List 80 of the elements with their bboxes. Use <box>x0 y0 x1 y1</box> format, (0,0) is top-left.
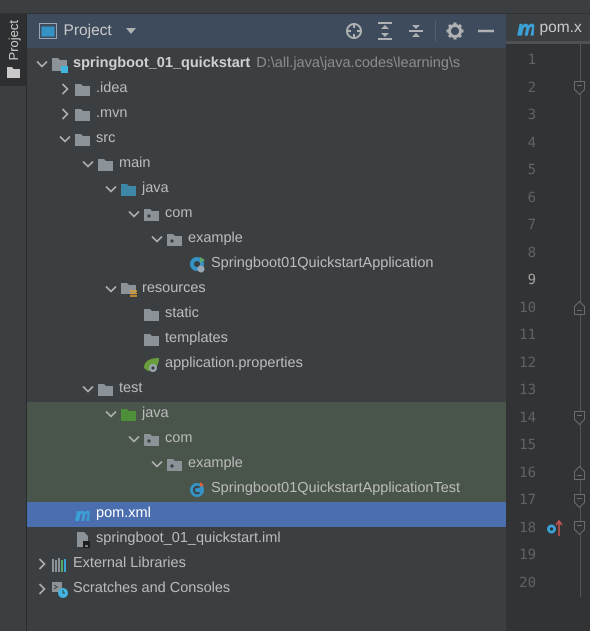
tree-row[interactable]: example <box>27 452 506 476</box>
node-label: pom.xml <box>96 504 151 524</box>
fold-marker-icon[interactable] <box>574 301 585 316</box>
module-folder-icon <box>51 56 68 72</box>
node-label: Springboot01QuickstartApplicationTest <box>211 479 460 498</box>
node-label: Springboot01QuickstartApplication <box>211 254 434 274</box>
node-label: main <box>119 154 150 174</box>
chevron-right-icon[interactable] <box>36 583 48 595</box>
tree-row[interactable]: static <box>27 302 506 326</box>
chevron-down-icon[interactable] <box>36 58 48 70</box>
chevron-down-icon[interactable] <box>128 433 140 445</box>
chevron-down-icon[interactable] <box>128 208 140 220</box>
tree-row[interactable]: src <box>27 126 506 152</box>
node-label: example <box>188 229 243 248</box>
scratch-clock-icon <box>51 580 68 598</box>
overrides-marker-icon[interactable] <box>546 520 564 536</box>
tree-row[interactable]: application.properties <box>27 352 506 376</box>
chevron-down-icon[interactable] <box>82 158 94 170</box>
module-file-icon <box>74 530 91 548</box>
fold-marker-icon[interactable] <box>574 411 585 426</box>
chevron-down-icon[interactable] <box>82 383 94 395</box>
fold-marker-icon[interactable] <box>574 521 585 536</box>
chevron-down-icon[interactable] <box>151 458 163 470</box>
node-label: java <box>142 179 169 198</box>
chevron-down-icon[interactable] <box>105 283 117 295</box>
tree-row[interactable]: java <box>27 402 506 426</box>
panel-title: Project <box>64 21 112 42</box>
resources-folder-icon <box>120 280 137 298</box>
tree-row[interactable]: example <box>27 226 506 252</box>
node-label: com <box>165 429 192 448</box>
tree-row[interactable]: java <box>27 176 506 202</box>
tree-row[interactable]: .idea <box>27 76 506 102</box>
editor-tab[interactable]: pom.x <box>506 14 590 44</box>
node-label: example <box>188 454 243 474</box>
libraries-icon <box>51 556 68 572</box>
tree-row[interactable]: springboot_01_quickstart.iml <box>27 526 506 552</box>
node-label: .idea <box>96 79 128 98</box>
fold-marker-icon[interactable] <box>574 81 585 96</box>
node-label: java <box>142 404 169 424</box>
tree-row[interactable]: test <box>27 376 506 402</box>
spring-leaf-icon <box>143 356 160 372</box>
node-label: springboot_01_quickstart.iml <box>96 529 281 548</box>
chevron-right-icon[interactable] <box>36 558 48 570</box>
chevron-down-icon[interactable] <box>105 408 117 420</box>
tree-row[interactable]: External Libraries <box>27 552 506 576</box>
node-label: External Libraries <box>73 554 186 574</box>
node-label: templates <box>165 329 228 348</box>
spring-class-icon <box>189 256 206 272</box>
node-label: static <box>165 304 199 324</box>
tree-row[interactable]: main <box>27 152 506 176</box>
tree-row[interactable]: Springboot01QuickstartApplicationTest <box>27 476 506 502</box>
tree-row[interactable]: com <box>27 202 506 226</box>
tree-row[interactable]: Springboot01QuickstartApplication <box>27 252 506 276</box>
tree-row[interactable]: springboot_01_quickstart D:\all.java\java.codes\learning\s <box>27 52 506 76</box>
chevron-down-icon[interactable] <box>59 133 71 145</box>
fold-marker-icon[interactable] <box>574 466 585 480</box>
node-label: springboot_01_quickstart <box>73 54 250 74</box>
chevron-down-icon[interactable] <box>105 183 117 195</box>
tree-row[interactable]: pom.xml <box>27 502 506 526</box>
tree-row[interactable]: .mvn <box>27 102 506 126</box>
node-label: Scratches and Consoles <box>73 579 230 598</box>
chevron-right-icon[interactable] <box>59 83 71 95</box>
module-path: D:\all.java\java.codes\learning\s <box>256 54 460 74</box>
test-class-icon <box>189 480 206 498</box>
chevron-down-icon[interactable] <box>151 233 163 245</box>
node-label: test <box>119 379 142 398</box>
tree-row[interactable]: resources <box>27 276 506 302</box>
folder-icon <box>6 67 20 78</box>
panel-icon <box>38 23 56 39</box>
tree-row[interactable]: Scratches and Consoles <box>27 576 506 602</box>
fold-marker-icon[interactable] <box>574 494 585 508</box>
node-label: .mvn <box>96 104 128 124</box>
node-label: application.properties <box>165 354 303 374</box>
line-number: 9 <box>526 271 536 290</box>
tree-row[interactable]: templates <box>27 326 506 352</box>
node-label: resources <box>142 279 206 298</box>
node-label: src <box>96 129 116 148</box>
node-label: com <box>165 204 192 224</box>
chevron-right-icon[interactable] <box>59 108 71 120</box>
tree-row[interactable]: com <box>27 426 506 452</box>
